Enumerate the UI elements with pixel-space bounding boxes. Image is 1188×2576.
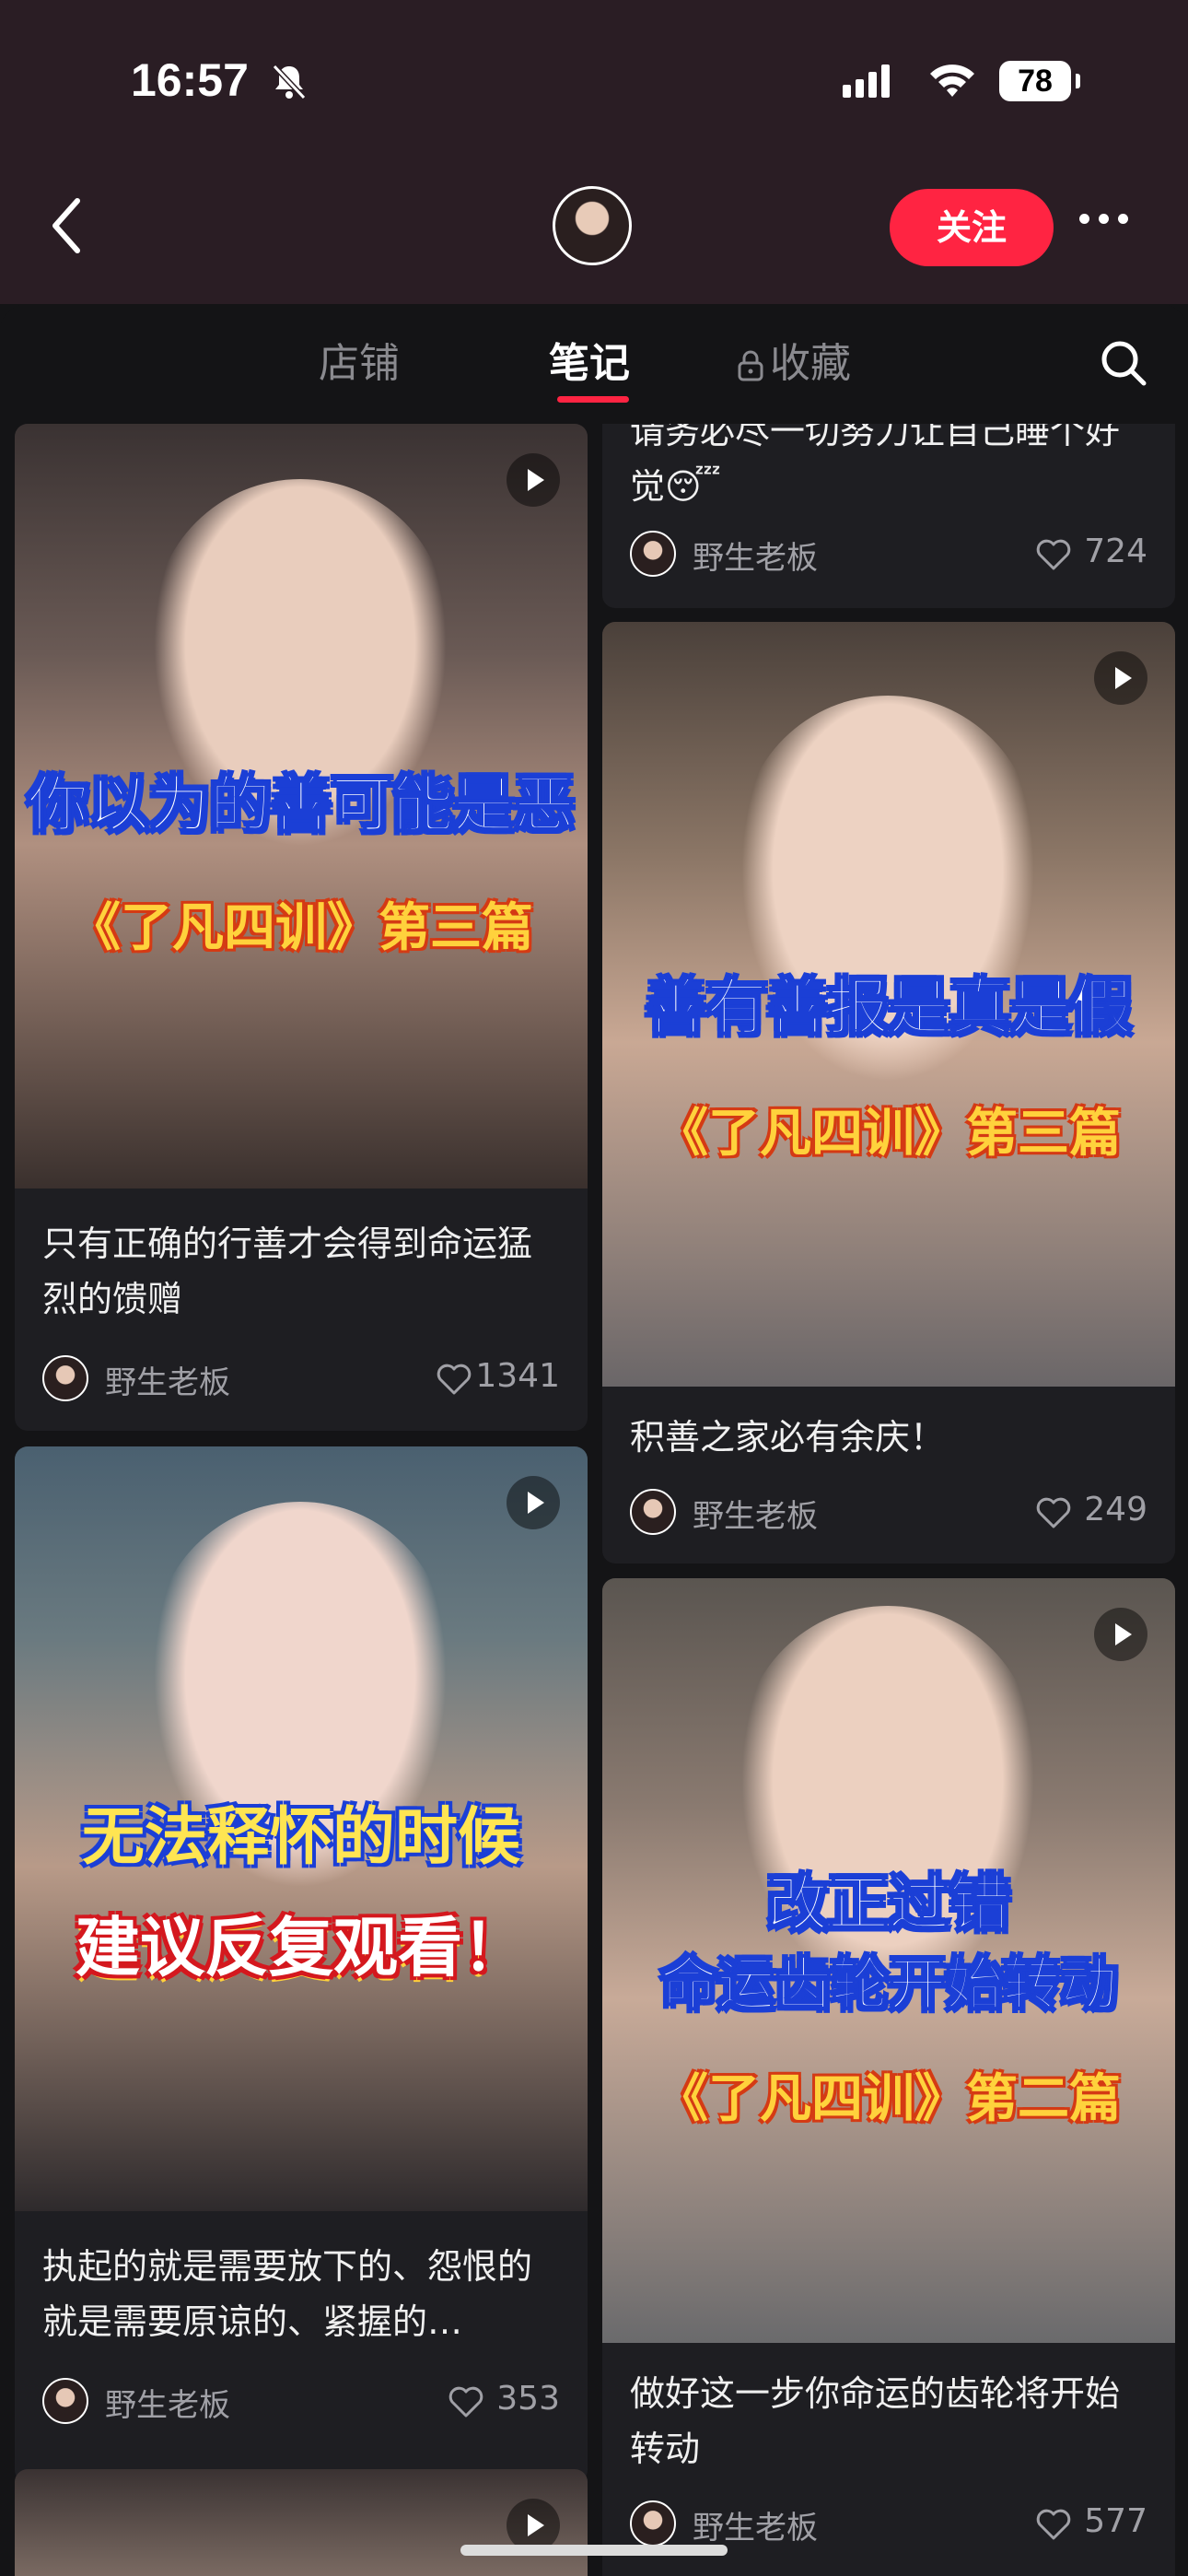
note-title: 请务必尽一切努力让自己睡个好觉😴: [630, 424, 1121, 505]
video-thumbnail: 无法释怀的时候 建议反复观看！: [15, 1446, 588, 2211]
author-name: 野生老板: [693, 1498, 818, 1535]
overlay-caption: 《了凡四训》第二篇: [657, 2069, 1121, 2129]
home-indicator[interactable]: [460, 2545, 728, 2556]
overlay-caption: 善有善报是真是假: [645, 971, 1133, 1044]
like-count: 1341: [475, 1357, 560, 1395]
note-card[interactable]: [15, 2469, 588, 2576]
status-time: 16:57: [131, 54, 249, 106]
wifi-icon: [930, 64, 974, 97]
heart-icon[interactable]: [1035, 538, 1072, 571]
note-meta: 野生老板 353: [42, 2372, 560, 2428]
cellular-signal-icon: [843, 64, 894, 98]
author-name: 野生老板: [105, 1364, 230, 1401]
note-meta: 野生老板 724: [630, 525, 1147, 580]
like-count: 577: [1084, 2502, 1147, 2540]
heart-icon[interactable]: [1035, 1496, 1072, 1529]
note-card[interactable]: 你以为的善可能是恶 《了凡四训》第三篇 只有正确的行善才会得到命运猛烈的馈赠 野…: [15, 424, 588, 1431]
video-thumbnail: 善有善报是真是假 《了凡四训》第三篇: [602, 622, 1175, 1387]
overlay-caption: 无法释怀的时候: [81, 1801, 520, 1874]
lock-icon: [738, 350, 763, 381]
note-meta: 野生老板 249: [630, 1483, 1147, 1539]
author-avatar: [42, 2378, 88, 2424]
battery-indicator: 78: [999, 61, 1080, 101]
note-card[interactable]: 请务必尽一切努力让自己睡个好觉😴 野生老板 724: [602, 424, 1175, 608]
tab-favorites[interactable]: 收藏: [737, 330, 851, 389]
status-bar: 16:57 78: [0, 44, 1188, 118]
video-thumbnail: 改正过错 命运齿轮开始转动 《了凡四训》第二篇: [602, 1578, 1175, 2343]
profile-tabs: 店铺 笔记 收藏: [0, 304, 1188, 424]
overlay-caption: 《了凡四训》第三篇: [69, 898, 533, 958]
author-name: 野生老板: [693, 2510, 818, 2547]
author-avatar: [630, 2500, 676, 2547]
bell-muted-icon: [272, 64, 307, 100]
note-title: 做好这一步你命运的齿轮将开始转动: [630, 2373, 1121, 2469]
video-thumbnail: [15, 2469, 588, 2576]
overlay-caption: 建议反复观看！: [76, 1910, 527, 1985]
note-title: 执起的就是需要放下的、怨恨的就是需要原谅的、紧握的…: [42, 2246, 533, 2342]
like-count: 724: [1084, 533, 1147, 570]
video-thumbnail: 你以为的善可能是恶 《了凡四训》第三篇: [15, 424, 588, 1188]
note-card[interactable]: 善有善报是真是假 《了凡四训》第三篇 积善之家必有余庆！ 野生老板 249: [602, 622, 1175, 1563]
heart-icon[interactable]: [1035, 2508, 1072, 2541]
like-count: 249: [1084, 1491, 1147, 1528]
play-icon: [507, 1476, 560, 1529]
overlay-caption: 《了凡四训》第三篇: [657, 1104, 1121, 1164]
back-icon[interactable]: [44, 193, 90, 258]
note-title: 只有正确的行善才会得到命运猛烈的馈赠: [42, 1224, 533, 1319]
note-meta: 野生老板 1341: [42, 1350, 560, 1405]
note-card[interactable]: 无法释怀的时候 建议反复观看！ 执起的就是需要放下的、怨恨的就是需要原谅的、紧握…: [15, 1446, 588, 2483]
author-avatar: [630, 531, 676, 577]
tab-notes[interactable]: 笔记: [549, 330, 630, 389]
like-count: 353: [496, 2380, 560, 2418]
note-title: 积善之家必有余庆！: [630, 1417, 946, 1458]
search-icon[interactable]: [1098, 337, 1149, 389]
author-name: 野生老板: [693, 540, 818, 577]
heart-icon[interactable]: [436, 1363, 472, 1396]
play-icon: [1094, 1608, 1147, 1661]
author-avatar: [42, 1355, 88, 1401]
follow-button[interactable]: 关注: [890, 189, 1054, 266]
heart-icon[interactable]: [448, 2385, 484, 2418]
overlay-caption: 你以为的善可能是恶: [27, 768, 576, 841]
play-icon: [1094, 651, 1147, 705]
note-card[interactable]: 改正过错 命运齿轮开始转动 《了凡四训》第二篇 做好这一步你命运的齿轮将开始转动…: [602, 1578, 1175, 2576]
profile-avatar[interactable]: [553, 186, 632, 265]
more-options-icon[interactable]: [1079, 210, 1144, 247]
active-tab-indicator: [557, 396, 629, 403]
tab-favorites-label: 收藏: [770, 340, 851, 387]
author-avatar: [630, 1489, 676, 1535]
overlay-caption: 命运齿轮开始转动: [659, 1950, 1118, 2019]
play-icon: [507, 453, 560, 507]
overlay-caption: 改正过错: [766, 1868, 1011, 1940]
author-name: 野生老板: [105, 2387, 230, 2424]
tab-shop[interactable]: 店铺: [319, 330, 400, 389]
note-meta: 野生老板 577: [630, 2495, 1147, 2550]
